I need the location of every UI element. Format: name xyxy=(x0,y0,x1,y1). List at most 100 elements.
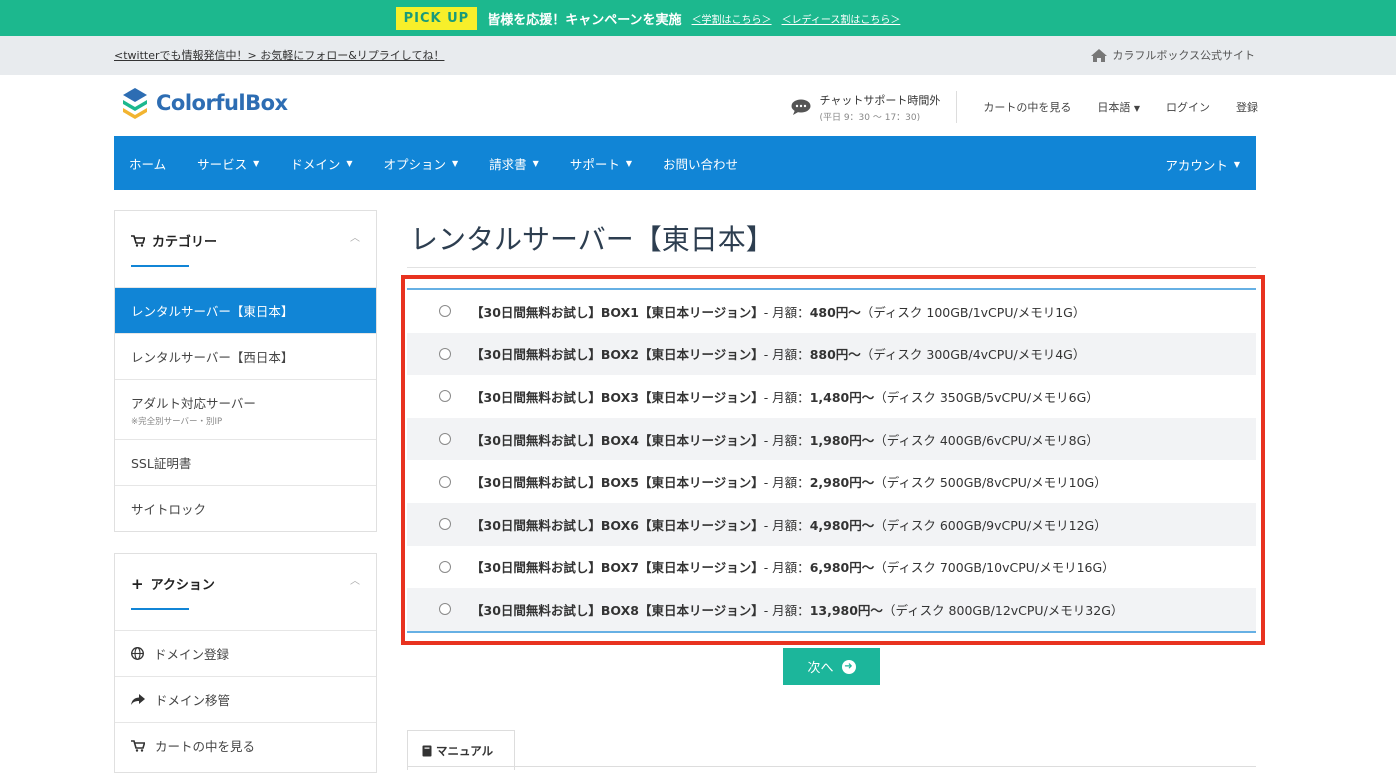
twitter-link[interactable]: <twitterでも情報発信中！> お気軽にフォロー&リプライしてね！ xyxy=(114,47,444,63)
category-label: アダルト対応サーバー xyxy=(131,395,256,411)
plan-price: 1,980円〜 xyxy=(809,432,875,448)
caret-down-icon: ▼ xyxy=(346,158,353,168)
nav-options[interactable]: オプション ▼ xyxy=(383,154,458,173)
category-label: サイトロック xyxy=(131,502,207,517)
category-label: SSL証明書 xyxy=(131,456,192,471)
nav-domains[interactable]: ドメイン ▼ xyxy=(290,154,352,173)
plan-name: 【30日間無料お試し】BOX7【東日本リージョン】 xyxy=(471,560,764,576)
header-links: チャットサポート時間外 (平日 9：30 〜 17：30) カートの中を見る 日… xyxy=(791,91,1258,123)
category-label: レンタルサーバー【西日本】 xyxy=(131,350,294,365)
plan-spec: （ディスク 350GB/5vCPU/メモリ6G） xyxy=(874,389,1099,405)
action-title: + アクション xyxy=(131,574,215,594)
action-view-cart[interactable]: カートの中を見る xyxy=(115,722,376,768)
plan-price-label: - 月額： xyxy=(763,602,810,618)
colorfulbox-logo-icon xyxy=(123,88,147,119)
action-domain-transfer[interactable]: ドメイン移管 xyxy=(115,676,376,722)
nav-invoices[interactable]: 請求書 ▼ xyxy=(489,154,539,173)
chat-support[interactable]: チャットサポート時間外 (平日 9：30 〜 17：30) xyxy=(791,91,958,123)
register-link[interactable]: 登録 xyxy=(1236,99,1258,115)
plan-radio[interactable] xyxy=(439,305,451,318)
plan-price-label: - 月額： xyxy=(763,560,810,576)
caret-down-icon: ▼ xyxy=(452,158,459,168)
nav-services[interactable]: サービス ▼ xyxy=(197,154,259,173)
plan-radio[interactable] xyxy=(439,560,451,573)
plan-spec: （ディスク 300GB/4vCPU/メモリ4G） xyxy=(860,347,1086,363)
chat-status: チャットサポート時間外 xyxy=(819,93,941,107)
chevron-up-icon[interactable]: ︿ xyxy=(350,572,360,587)
nav-contact[interactable]: お問い合わせ xyxy=(663,154,738,173)
pickup-badge: PICK UP xyxy=(395,6,478,30)
action-domain-register[interactable]: ドメイン登録 xyxy=(115,630,376,676)
plan-spec: （ディスク 500GB/8vCPU/メモリ10G） xyxy=(874,475,1107,491)
plan-radio[interactable] xyxy=(439,390,451,403)
cart-icon xyxy=(131,739,145,752)
plan-price-label: - 月額： xyxy=(763,347,810,363)
student-discount-link[interactable]: ＜学割はこちら＞ xyxy=(692,11,772,26)
logo[interactable]: ColorfulBox xyxy=(121,86,288,120)
share-arrow-icon xyxy=(131,693,145,705)
caret-down-icon: ▼ xyxy=(1133,104,1140,113)
view-cart-link[interactable]: カートの中を見る xyxy=(983,99,1071,115)
plan-radio[interactable] xyxy=(439,433,451,446)
plan-name: 【30日間無料お試し】BOX5【東日本リージョン】 xyxy=(471,475,764,491)
plan-price-label: - 月額： xyxy=(763,304,810,320)
login-link[interactable]: ログイン xyxy=(1166,99,1210,115)
plan-option-box4[interactable]: 【30日間無料お試し】BOX4【東日本リージョン】 - 月額： 1,980円〜 … xyxy=(407,417,1256,461)
category-item-ssl[interactable]: SSL証明書 xyxy=(115,439,376,485)
nav-label: サポート xyxy=(569,156,620,172)
plan-option-box3[interactable]: 【30日間無料お試し】BOX3【東日本リージョン】 - 月額： 1,480円〜 … xyxy=(407,375,1256,418)
category-item-west[interactable]: レンタルサーバー【西日本】 xyxy=(115,333,376,379)
nav-account[interactable]: アカウント ▼ xyxy=(1165,155,1240,174)
nav-support[interactable]: サポート ▼ xyxy=(570,154,632,173)
category-label: レンタルサーバー【東日本】 xyxy=(131,304,294,319)
nav-home[interactable]: ホーム xyxy=(129,154,166,173)
caret-down-icon: ▼ xyxy=(253,158,260,168)
official-site-link[interactable]: カラフルボックス公式サイト xyxy=(1091,47,1255,63)
plan-option-box7[interactable]: 【30日間無料お試し】BOX7【東日本リージョン】 - 月額： 6,980円〜 … xyxy=(407,546,1256,589)
category-item-adult[interactable]: アダルト対応サーバー ※完全別サーバー・別IP xyxy=(115,379,376,439)
category-item-east[interactable]: レンタルサーバー【東日本】 xyxy=(115,287,376,333)
plan-radio[interactable] xyxy=(439,518,451,531)
tab-manual-label: マニュアル xyxy=(436,743,494,758)
plan-spec: （ディスク 100GB/1vCPU/メモリ1G） xyxy=(860,304,1086,320)
title-divider xyxy=(407,267,1256,268)
tab-manual[interactable]: マニュアル xyxy=(407,730,515,770)
plan-name: 【30日間無料お試し】BOX3【東日本リージョン】 xyxy=(471,389,764,405)
plan-price: 2,980円〜 xyxy=(809,475,875,491)
plan-option-box5[interactable]: 【30日間無料お試し】BOX5【東日本リージョン】 - 月額： 2,980円〜 … xyxy=(407,460,1256,503)
title-underline xyxy=(131,608,189,610)
nav-label: サービス xyxy=(197,156,248,172)
globe-icon xyxy=(131,647,144,660)
plan-spec: （ディスク 600GB/9vCPU/メモリ12G） xyxy=(874,517,1107,533)
plan-radio[interactable] xyxy=(439,475,451,488)
plan-option-box1[interactable]: 【30日間無料お試し】BOX1【東日本リージョン】 - 月額： 480円〜 （デ… xyxy=(407,290,1256,333)
plan-name: 【30日間無料お試し】BOX1【東日本リージョン】 xyxy=(471,304,764,320)
plan-spec: （ディスク 700GB/10vCPU/メモリ16G） xyxy=(874,560,1115,576)
language-dropdown[interactable]: 日本語 ▼ xyxy=(1097,99,1140,115)
plan-option-box6[interactable]: 【30日間無料お試し】BOX6【東日本リージョン】 - 月額： 4,980円〜 … xyxy=(407,502,1256,546)
ladies-discount-link[interactable]: ＜レディース割はこちら＞ xyxy=(782,11,901,26)
plan-price: 6,980円〜 xyxy=(809,560,875,576)
plan-radio[interactable] xyxy=(439,603,451,616)
main-nav: ホーム サービス ▼ ドメイン ▼ オプション ▼ 請求書 ▼ サポート ▼ お問い合わせ… xyxy=(114,136,1256,190)
title-underline xyxy=(131,265,189,267)
plan-option-box2[interactable]: 【30日間無料お試し】BOX2【東日本リージョン】 - 月額： 880円〜 （デ… xyxy=(407,332,1256,376)
action-label: カートの中を見る xyxy=(155,739,256,754)
plan-name: 【30日間無料お試し】BOX8【東日本リージョン】 xyxy=(471,602,764,618)
home-icon xyxy=(1091,48,1108,62)
category-item-sitelock[interactable]: サイトロック xyxy=(115,485,376,531)
caret-down-icon: ▼ xyxy=(532,158,539,168)
plan-option-box8[interactable]: 【30日間無料お試し】BOX8【東日本リージョン】 - 月額： 13,980円〜… xyxy=(407,588,1256,631)
plan-price: 880円〜 xyxy=(809,347,861,363)
chevron-up-icon[interactable]: ︿ xyxy=(350,229,360,244)
plan-name: 【30日間無料お試し】BOX6【東日本リージョン】 xyxy=(471,517,764,533)
action-label: ドメイン移管 xyxy=(155,693,231,708)
plan-price-label: - 月額： xyxy=(763,389,810,405)
arrow-right-circle-icon: ➜ xyxy=(841,659,856,674)
plan-radio[interactable] xyxy=(439,347,451,360)
promo-text: 皆様を応援！キャンペーンを実施 xyxy=(487,12,682,28)
next-button[interactable]: 次へ ➜ xyxy=(783,648,880,685)
language-label: 日本語 xyxy=(1097,101,1131,114)
action-label: ドメイン登録 xyxy=(154,647,230,662)
nav-account-label: アカウント xyxy=(1165,158,1228,173)
